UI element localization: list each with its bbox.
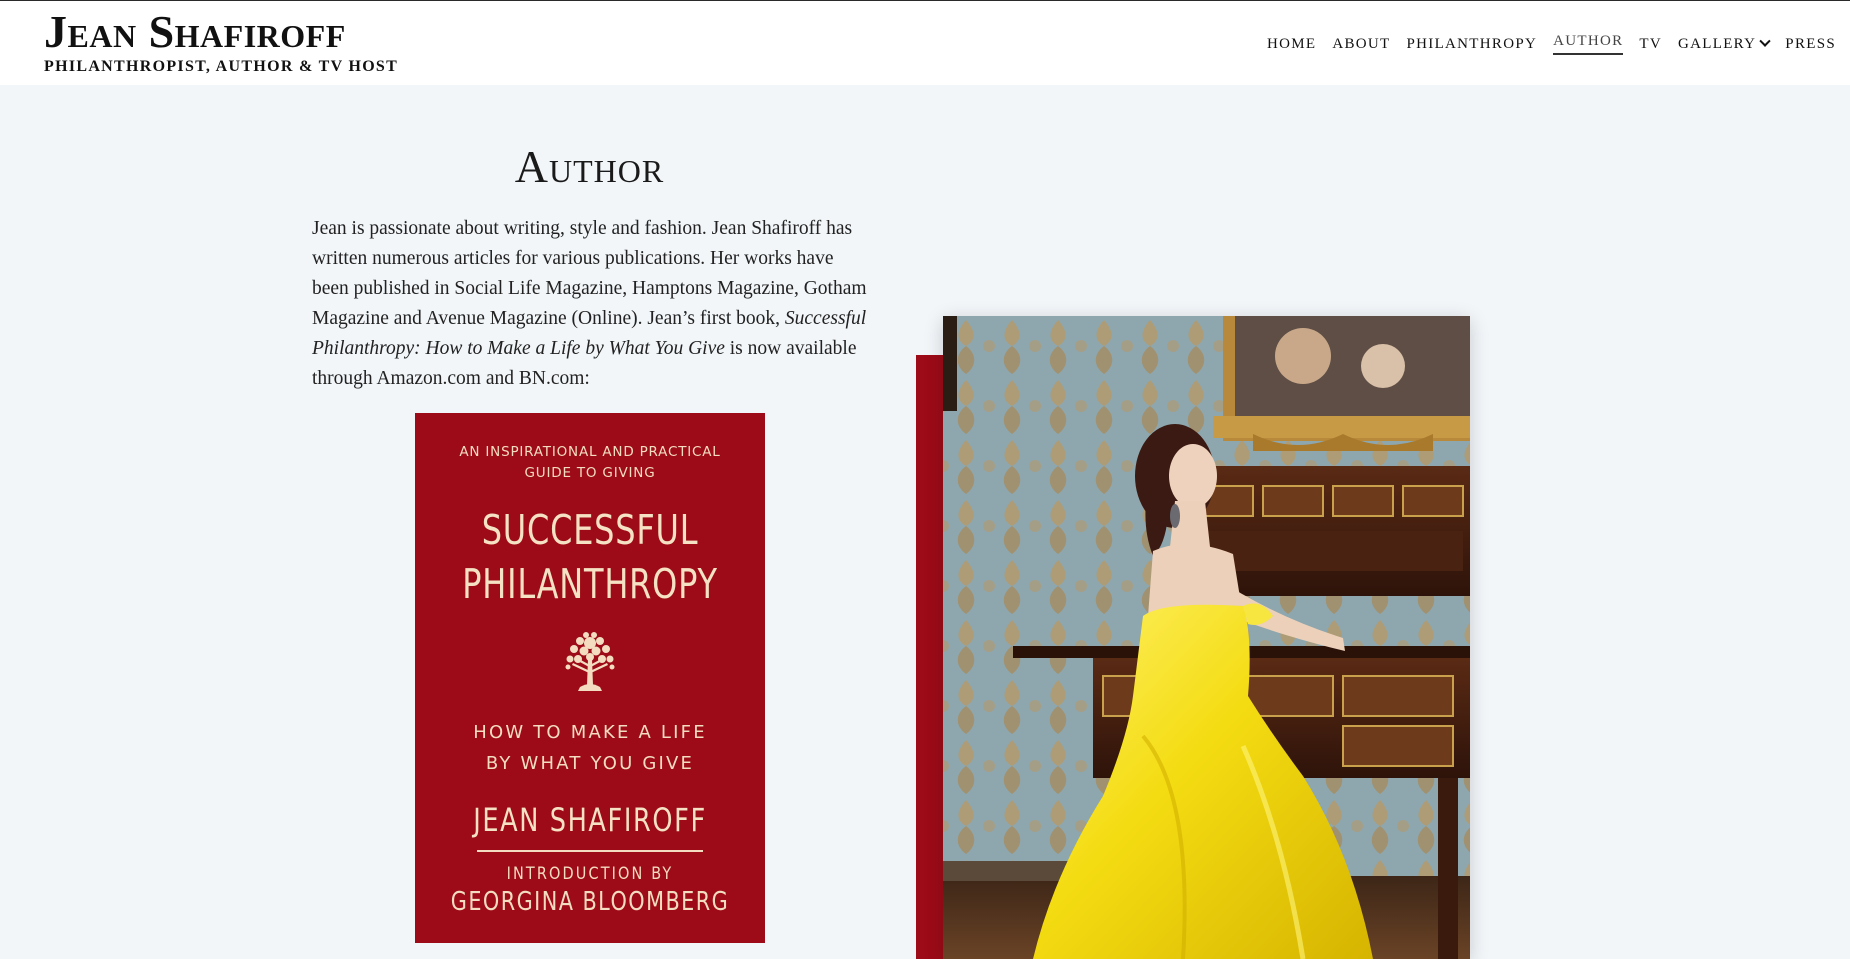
book-subtitle-line1: HOW TO MAKE A LIFE xyxy=(473,722,707,743)
nav-label-tv: TV xyxy=(1639,35,1663,52)
intro-text-before: Jean is passionate about writing, style … xyxy=(312,218,867,329)
nav-label-about: ABOUT xyxy=(1332,35,1391,52)
book-intro-name: GEORGINA BLOOMBERG xyxy=(450,887,730,917)
book-kicker-line2: GUIDE TO GIVING xyxy=(524,465,656,481)
nav-item-gallery[interactable]: GALLERY xyxy=(1670,36,1777,53)
brand-tagline: PHILANTHROPIST, AUTHOR & TV HOST xyxy=(44,58,399,75)
author-photo-illustration xyxy=(943,316,1470,959)
tree-icon xyxy=(565,632,615,691)
nav-item-home[interactable]: HOME xyxy=(1259,36,1324,53)
nav-item-press[interactable]: PRESS xyxy=(1777,36,1844,53)
nav-label-philanthropy: PHILANTHROPY xyxy=(1406,35,1538,52)
brand[interactable]: Jean Shafiroff PHILANTHROPIST, AUTHOR & … xyxy=(44,8,398,76)
author-photo xyxy=(943,316,1470,959)
book-subtitle-line2: BY WHAT YOU GIVE xyxy=(485,753,695,774)
book-divider xyxy=(477,850,703,852)
book-title: SUCCESSFUL PHILANTHROPY xyxy=(454,503,727,611)
nav-label-gallery: GALLERY xyxy=(1678,35,1757,52)
nav-item-philanthropy[interactable]: PHILANTHROPY xyxy=(1399,36,1546,53)
accent-bar xyxy=(916,355,946,959)
site-header: Jean Shafiroff PHILANTHROPIST, AUTHOR & … xyxy=(0,1,1850,85)
brand-name[interactable]: Jean Shafiroff xyxy=(44,8,398,56)
intro-paragraph: Jean is passionate about writing, style … xyxy=(312,214,867,394)
book-cover[interactable]: AN INSPIRATIONAL AND PRACTICAL GUIDE TO … xyxy=(415,413,765,943)
nav-item-about[interactable]: ABOUT xyxy=(1324,36,1398,53)
book-author: JEAN SHAFIROFF xyxy=(473,801,707,839)
nav-item-tv[interactable]: TV xyxy=(1631,36,1670,53)
main-nav: HOME ABOUT PHILANTHROPY AUTHOR TV GALLER… xyxy=(1259,33,1844,55)
book-intro-label: INTRODUCTION BY xyxy=(506,864,674,884)
book-kicker: AN INSPIRATIONAL AND PRACTICAL GUIDE TO … xyxy=(415,442,765,484)
nav-label-author: AUTHOR xyxy=(1553,33,1624,55)
nav-label-home: HOME xyxy=(1266,35,1317,52)
book-subtitle: HOW TO MAKE A LIFE BY WHAT YOU GIVE xyxy=(415,717,765,779)
page-title: Author xyxy=(514,141,665,192)
chevron-down-icon[interactable] xyxy=(1759,35,1771,47)
nav-item-author[interactable]: AUTHOR xyxy=(1545,33,1631,55)
book-title-line1: SUCCESSFUL xyxy=(481,506,699,554)
book-kicker-line1: AN INSPIRATIONAL AND PRACTICAL xyxy=(459,444,721,460)
book-title-line2: PHILANTHROPY xyxy=(462,560,718,608)
nav-label-press: PRESS xyxy=(1785,35,1836,52)
